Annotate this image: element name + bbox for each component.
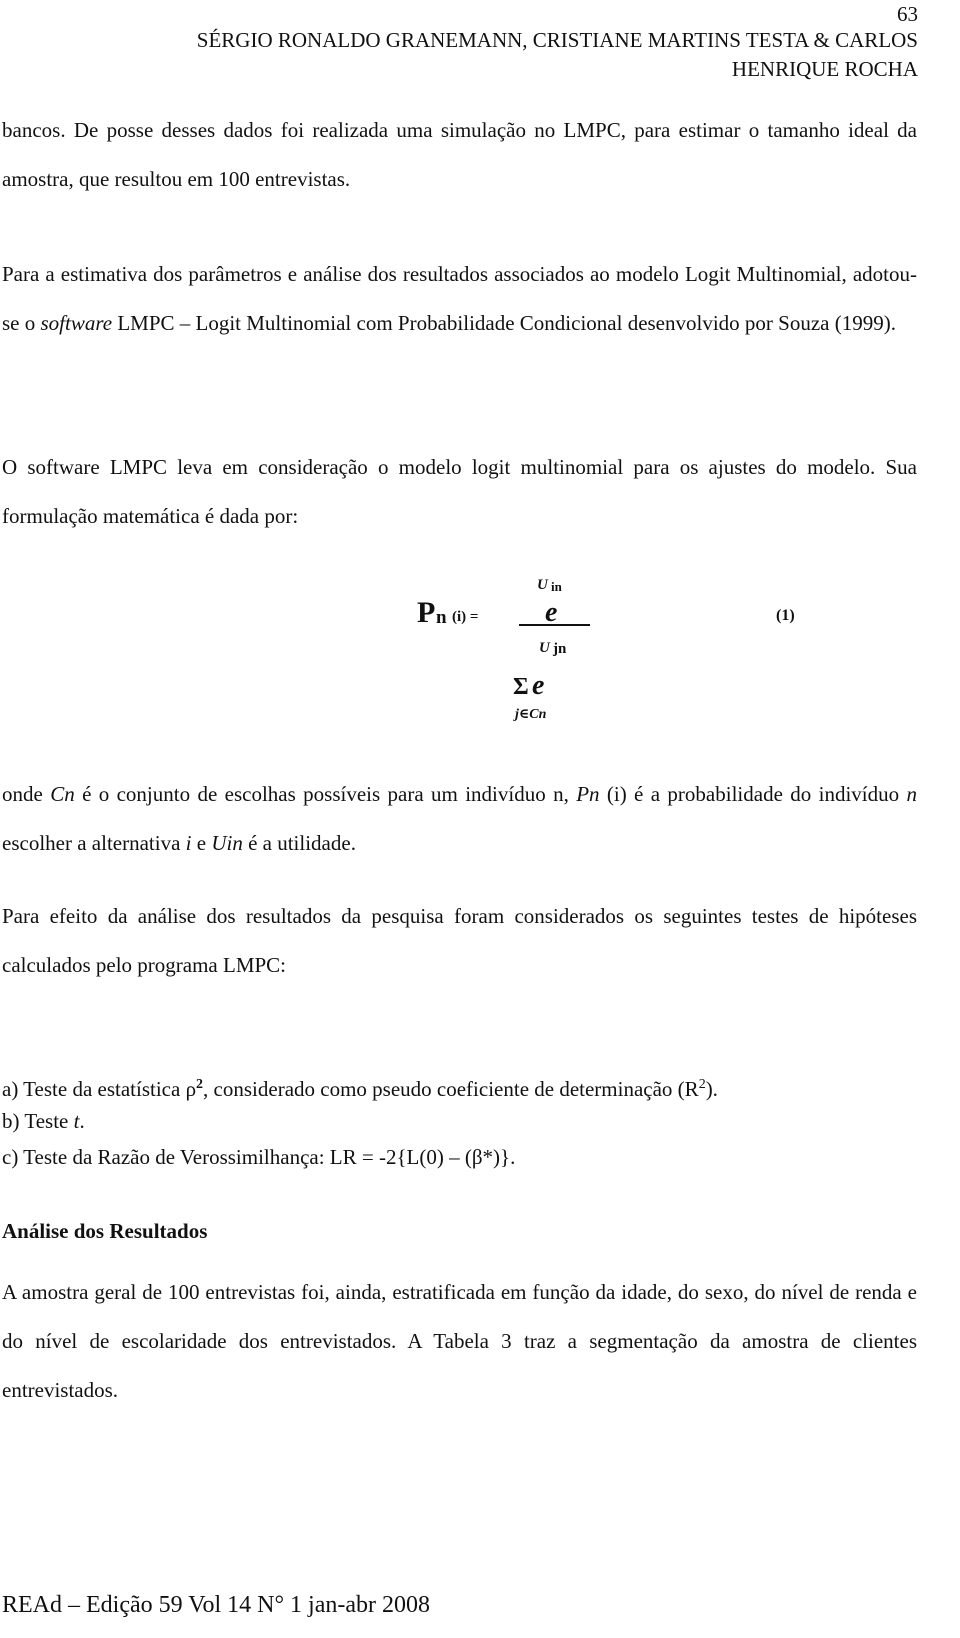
- var-pn: Pn: [576, 782, 600, 806]
- page-number: 63: [897, 2, 918, 26]
- formula-den-base: e: [532, 670, 545, 701]
- paragraph-continuation: bancos. De posse desses dados foi realiz…: [2, 118, 917, 191]
- software-term: software: [40, 311, 113, 335]
- equation-number: (1): [776, 607, 795, 624]
- text: (i) é a probabilidade do indivíduo: [599, 782, 907, 806]
- formula-arg: (i) =: [452, 609, 479, 625]
- var-cn: Cn: [50, 782, 75, 806]
- paragraph-definitions: onde Cn é o conjunto de escolhas possíve…: [2, 770, 917, 868]
- text: é o conjunto de escolhas possíveis para …: [74, 782, 577, 806]
- superscript: 2: [698, 1077, 706, 1092]
- text: ).: [705, 1077, 718, 1101]
- section-heading: Análise dos Resultados: [2, 1219, 208, 1243]
- section-body: A amostra geral de 100 entrevistas foi, …: [2, 1280, 917, 1402]
- formula-num-exp-U: U: [537, 577, 548, 593]
- text: LMPC – Logit Multinomial com Probabilida…: [112, 311, 896, 335]
- running-head-authors-cont: HENRIQUE ROCHA: [731, 57, 918, 81]
- formula-den-exp-sub: jn: [553, 641, 567, 657]
- formula-num-exp-sub: in: [551, 579, 562, 594]
- formula-P-sub: n: [436, 607, 447, 628]
- text: .: [79, 1109, 85, 1133]
- fraction-bar: [519, 624, 590, 626]
- footer-journal-info: REAd – Edição 59 Vol 14 N° 1 jan-abr 200…: [2, 1592, 430, 1618]
- running-head-authors: SÉRGIO RONALDO GRANEMANN, CRISTIANE MART…: [196, 28, 918, 52]
- formula-sum-index: j∈Cn: [515, 707, 547, 722]
- text: escolher a alternativa: [2, 831, 186, 855]
- text: onde: [2, 782, 51, 806]
- list-item-c: c) Teste da Razão de Verossimilhança: LR…: [2, 1145, 516, 1169]
- list-item-a: a) Teste da estatística ρ2, considerado …: [2, 1070, 718, 1104]
- text: , considerado como pseudo coeficiente de…: [203, 1077, 699, 1101]
- text: a) Teste da estatística ρ: [2, 1077, 197, 1101]
- paragraph-tests-intro: Para efeito da análise dos resultados da…: [2, 904, 917, 977]
- text: e: [191, 831, 212, 855]
- text: é a utilidade.: [242, 831, 356, 855]
- var-n: n: [906, 782, 917, 806]
- superscript: 2: [196, 1077, 204, 1092]
- var-uin: Uin: [211, 831, 243, 855]
- list-item-b: b) Teste t.: [2, 1106, 85, 1136]
- paragraph-software: Para a estimativa dos parâmetros e análi…: [2, 250, 917, 348]
- formula-P: P: [417, 596, 436, 629]
- formula-den-exp-U: U: [539, 640, 550, 656]
- paragraph-formulation: O software LMPC leva em consideração o m…: [2, 455, 917, 528]
- equation-1: P n (i) = U in e U jn Σ e j∈Cn (1): [0, 570, 960, 730]
- sigma-symbol: Σ: [513, 674, 529, 700]
- text: b) Teste: [2, 1109, 74, 1133]
